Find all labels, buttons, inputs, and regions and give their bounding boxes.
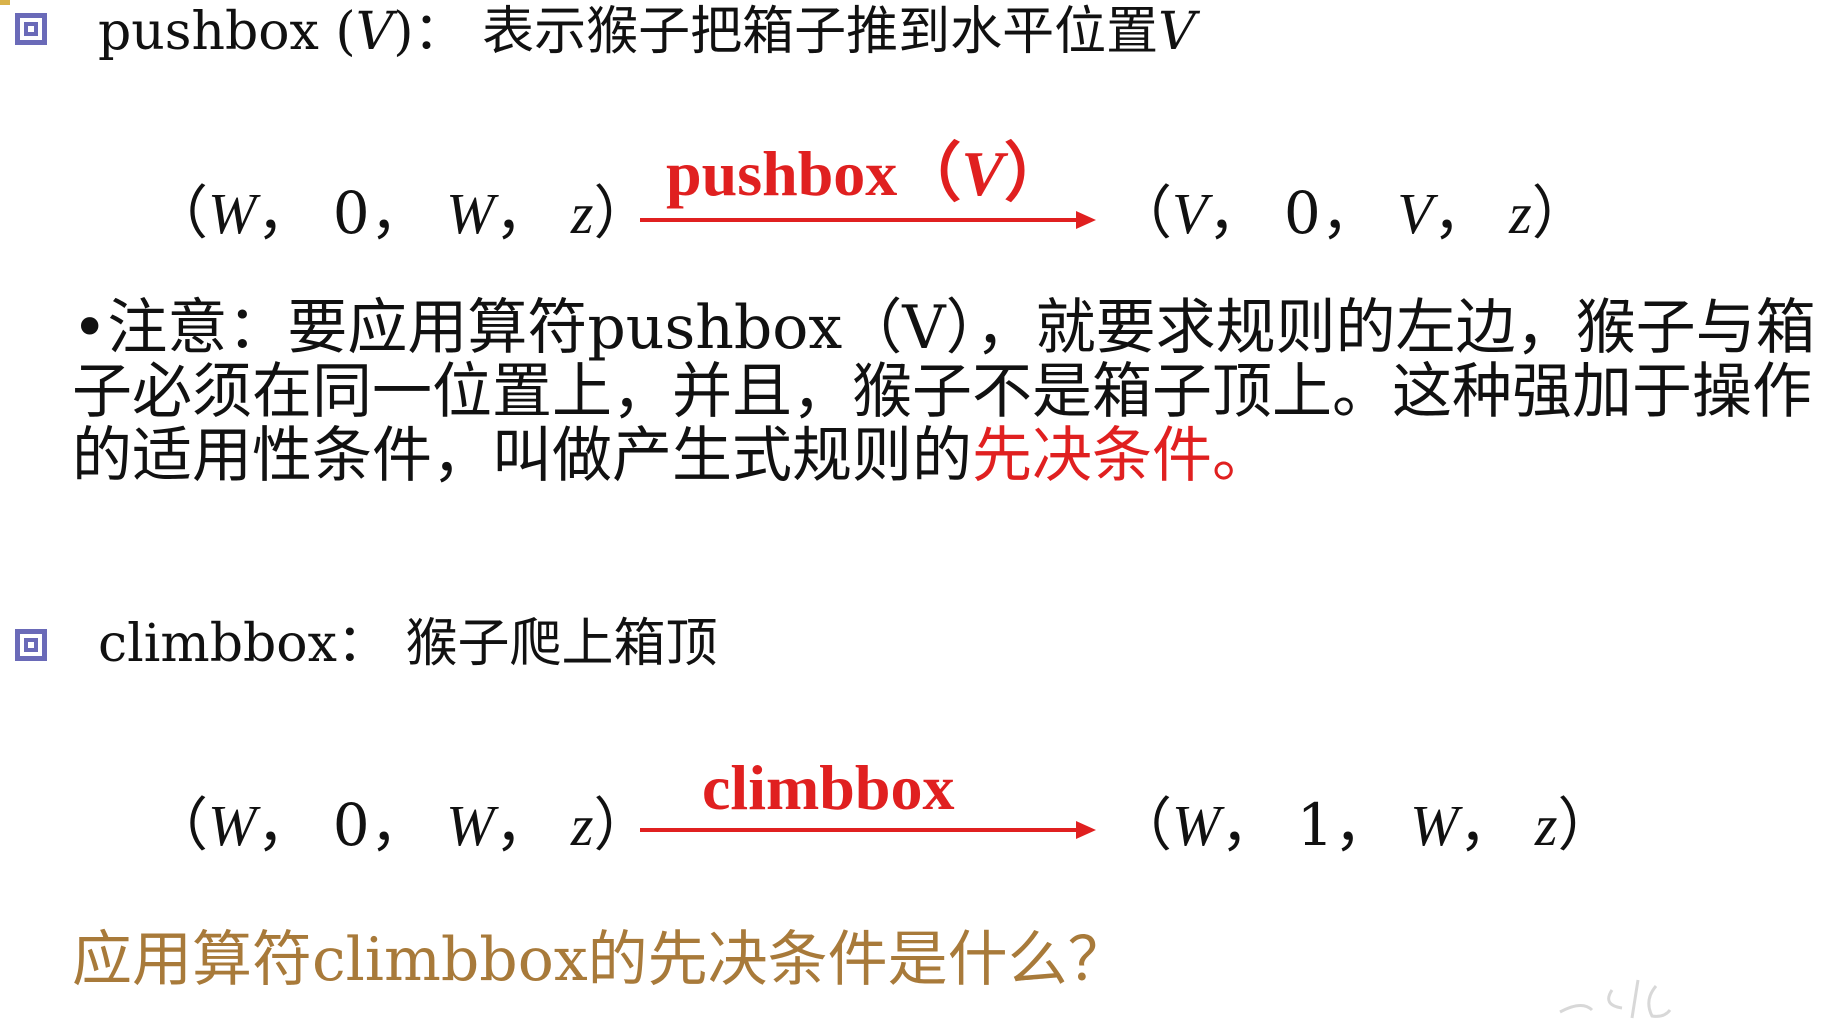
pushbox-description-var: V [1158, 2, 1196, 62]
square-bullet-icon [15, 13, 47, 45]
climbbox-operator-label: climbbox [702, 752, 955, 823]
pushbox-heading: pushbox (V)： 表示猴子把箱子推到水平位置V [98, 2, 1196, 62]
pushbox-name: pushbox [98, 2, 319, 62]
precondition-note-text: •注意：要应用算符pushbox（V），就要求规则的左边，猴子与箱子必须在同一位… [72, 293, 1816, 491]
square-bullet-icon [15, 629, 47, 661]
question-text: 应用算符climbbox的先决条件是什么？ [72, 925, 1128, 995]
pushbox-description: 表示猴子把箱子推到水平位置 [482, 2, 1159, 62]
pushbox-rule-left-state: （W， 0， W， z） [150, 179, 652, 247]
handwriting-watermark [1559, 979, 1672, 1019]
climbbox-heading: climbbox： 猴子爬上箱顶 [98, 614, 718, 674]
corner-mark [0, 0, 10, 5]
precondition-note: •注意：要应用算符pushbox（V），就要求规则的左边，猴子与箱子必须在同一位… [72, 296, 1832, 488]
pushbox-arrow [640, 211, 1096, 229]
climbbox-name: climbbox [98, 614, 337, 674]
pushbox-operator-label: pushbox（V） [666, 138, 1068, 209]
climbbox-arrow [640, 821, 1096, 839]
precondition-highlight: 先决条件。 [972, 421, 1272, 491]
climbbox-description: 猴子爬上箱顶 [405, 614, 718, 674]
climbbox-rule-right-state: （W， 1， W， z） [1114, 791, 1616, 859]
pushbox-param: V [355, 2, 394, 62]
climbbox-rule-left-state: （W， 0， W， z） [150, 791, 652, 859]
pushbox-rule-right-state: （V， 0， V， z） [1114, 179, 1590, 247]
